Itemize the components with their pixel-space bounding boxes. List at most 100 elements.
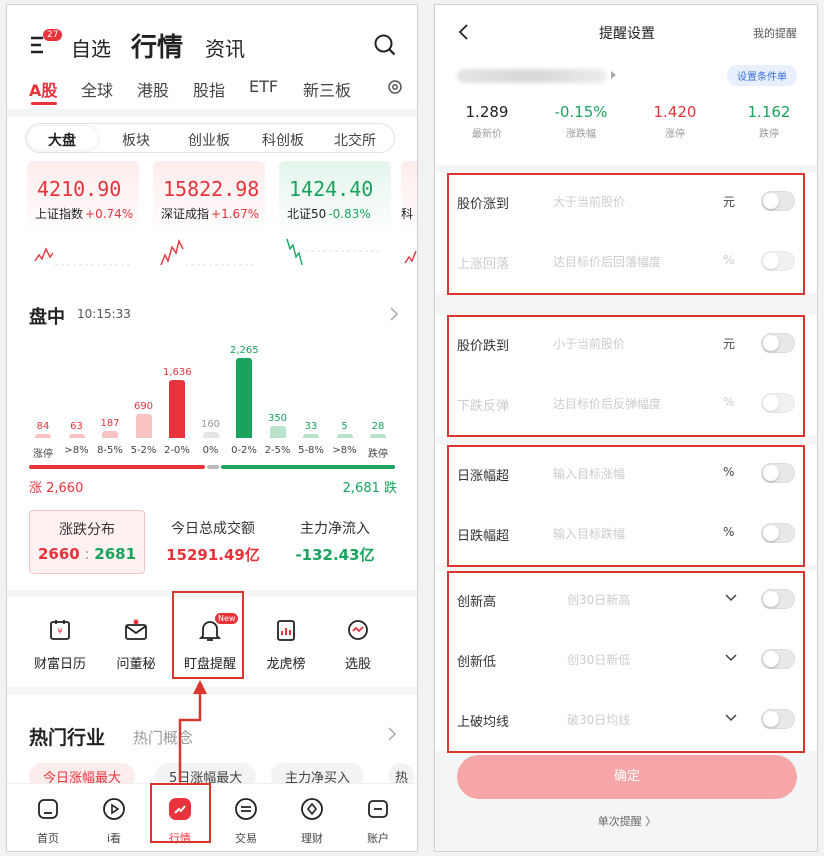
bar-label: >8% <box>332 445 357 456</box>
index-sparkline <box>160 238 257 266</box>
tab-news[interactable]: 资讯 <box>205 33 245 62</box>
segment-beijiao[interactable]: 北交所 <box>334 130 376 150</box>
index-card-kc[interactable]: 科 <box>401 161 417 289</box>
nav-home[interactable]: 首页 <box>23 796 73 846</box>
tool-ask-secretary[interactable]: 问董秘 <box>101 617 171 672</box>
bar <box>269 426 286 438</box>
index-card-sh[interactable]: 4210.90 上证指数 +0.74% <box>27 161 139 289</box>
bar-value: 33 <box>304 421 318 432</box>
bar <box>370 434 386 438</box>
index-card-sz[interactable]: 15822.98 深证成指 +1.67% <box>153 161 265 289</box>
quote-label: 跌停 <box>759 129 779 140</box>
nav-wealth[interactable]: 理财 <box>287 796 337 846</box>
bar-col-0: 84 <box>29 421 57 438</box>
market-tab-a[interactable]: A股 <box>29 77 57 101</box>
quote-label: 最新价 <box>472 129 502 140</box>
play-icon <box>103 798 125 820</box>
alert-header: 提醒设置 我的提醒 设置条件单 1.289 最新价 -0.15% 涨跌幅 1.4… <box>435 5 817 165</box>
bar-label: 5-8% <box>298 445 324 456</box>
segment-chuangye[interactable]: 创业板 <box>188 130 230 150</box>
highlight-group-0 <box>447 173 805 295</box>
bar <box>135 414 152 438</box>
account-icon <box>368 800 388 818</box>
intraday-time: 10:15:33 <box>77 307 131 321</box>
market-screen: 27 自选 行情 资讯 A股 全球 港股 股指 ETF 新三板 大盘 板块 创业… <box>6 4 418 852</box>
bar-value: 28 <box>371 421 385 432</box>
intraday-title: 盘中 <box>29 307 65 328</box>
nav-label: 理财 <box>301 832 323 845</box>
segment-bankuai[interactable]: 板块 <box>122 130 150 150</box>
search-icon[interactable] <box>373 33 397 57</box>
my-alerts-link[interactable]: 我的提醒 <box>753 25 797 41</box>
index-name: 深证成指 +1.67% <box>161 207 260 221</box>
bar <box>102 431 118 438</box>
tab-watchlist[interactable]: 自选 <box>71 33 111 62</box>
tool-stock-picker[interactable]: 选股 <box>323 617 393 672</box>
mail-icon <box>125 619 147 640</box>
index-value: 1424.40 <box>289 177 374 201</box>
bar-value: 690 <box>133 401 154 412</box>
stat-label: 涨跌分布 <box>59 522 115 538</box>
bar-label: 8-5% <box>97 445 123 456</box>
bar <box>202 432 219 438</box>
quote-limit-up: 1.420 涨停 <box>627 103 723 140</box>
index-card-bz50[interactable]: 1424.40 北证50 -0.83% <box>279 161 391 289</box>
bar-col-3: 690 <box>130 401 158 438</box>
bar-label: 2-0% <box>164 445 190 456</box>
bar-label: 0-2% <box>231 445 257 456</box>
market-tab-neeq[interactable]: 新三板 <box>303 77 351 101</box>
bar-value: 160 <box>200 419 221 430</box>
bar-value: 2,265 <box>230 345 259 356</box>
svg-text:¥: ¥ <box>57 627 62 636</box>
nav-account[interactable]: 账户 <box>353 796 403 846</box>
segment-control: 大盘 板块 创业板 科创板 北交所 <box>25 123 395 153</box>
bar-col-5: 160 <box>197 419 225 438</box>
single-alert-link[interactable]: 单次提醒 〉 <box>435 813 817 829</box>
down-ratio-bar <box>221 465 395 469</box>
tool-dragon-tiger[interactable]: 龙虎榜 <box>251 617 321 672</box>
tool-calendar[interactable]: ¥ 财富日历 <box>25 617 95 672</box>
stat-up-down[interactable]: 涨跌分布 2660 : 2681 <box>29 510 145 574</box>
bar <box>336 434 353 438</box>
quote-change: -0.15% 涨跌幅 <box>533 103 629 140</box>
target-icon <box>348 620 368 640</box>
index-value: 15822.98 <box>163 177 260 201</box>
intraday-distribution: 盘中 10:15:33 84 涨停 63 >8% 187 8-5% 690 5-2% 1,636… <box>7 295 417 510</box>
chevron-right-icon[interactable] <box>387 727 397 741</box>
market-stats: 涨跌分布 2660 : 2681 今日总成交额 15291.49亿 主力净流入 … <box>7 510 417 590</box>
market-tab-global[interactable]: 全球 <box>81 77 113 101</box>
stat-value: 2660 : 2681 <box>37 545 137 563</box>
hot-title[interactable]: 热门行业 <box>29 723 105 750</box>
segment-dapan[interactable]: 大盘 <box>48 130 76 150</box>
confirm-button[interactable]: 确定 <box>457 755 797 799</box>
highlight-nav-market <box>150 783 211 843</box>
stat-label: 今日总成交额 <box>171 521 255 537</box>
stat-value: 15291.49亿 <box>166 546 260 564</box>
market-tab-etf[interactable]: ETF <box>249 77 278 96</box>
segment-bar: 大盘 板块 创业板 科创板 北交所 <box>7 109 417 155</box>
home-icon <box>38 799 58 819</box>
market-tab-hk[interactable]: 港股 <box>137 77 169 101</box>
stat-turnover[interactable]: 今日总成交额 15291.49亿 <box>155 510 271 574</box>
calendar-icon: ¥ <box>50 620 70 640</box>
nav-ikan[interactable]: i看 <box>89 796 139 846</box>
stat-value: -132.43亿 <box>295 546 375 564</box>
tab-market[interactable]: 行情 <box>131 27 183 64</box>
market-tab-index[interactable]: 股指 <box>193 77 225 101</box>
bar-value: 84 <box>36 421 50 432</box>
chart-board-icon <box>277 620 295 641</box>
bar-col-9: 5 <box>331 421 359 438</box>
settings-icon[interactable] <box>387 79 403 95</box>
set-condition-button[interactable]: 设置条件单 <box>727 65 797 86</box>
bar-col-10: 28 <box>364 421 392 438</box>
stock-name-blurred <box>457 69 607 83</box>
tool-label: 龙虎榜 <box>266 657 306 672</box>
stat-main-inflow[interactable]: 主力净流入 -132.43亿 <box>277 510 393 574</box>
nav-label: i看 <box>106 832 122 845</box>
quote-value: 1.420 <box>653 103 697 121</box>
chevron-right-icon[interactable] <box>389 307 399 321</box>
segment-kechuang[interactable]: 科创板 <box>262 130 304 150</box>
hot-subtitle[interactable]: 热门概念 <box>133 727 193 748</box>
bar-col-8: 33 <box>297 421 325 438</box>
nav-trade[interactable]: 交易 <box>221 796 271 846</box>
